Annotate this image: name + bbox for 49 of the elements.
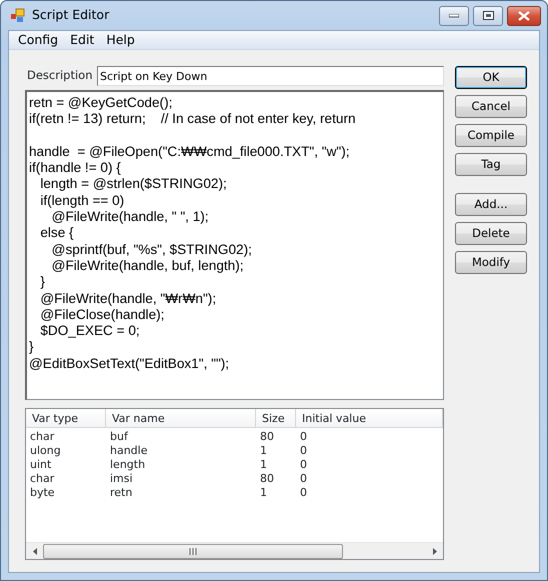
table-cell-text: retn <box>109 486 134 500</box>
dialog-button[interactable]: Tag <box>455 153 527 176</box>
table-cell-text: 80 <box>259 430 275 444</box>
table-cell-text: char <box>29 430 56 444</box>
table-cell-text: char <box>29 472 56 486</box>
app-icon <box>10 8 26 24</box>
menu-item[interactable]: Help <box>100 30 141 50</box>
table-cell-text: 0 <box>299 458 308 472</box>
table-cell-text: 0 <box>299 430 308 444</box>
menu-item[interactable]: Config <box>12 30 64 50</box>
minimize-icon <box>449 14 459 18</box>
table-cell-text: 80 <box>259 472 275 486</box>
table-cell-text: imsi <box>109 472 134 486</box>
table-cell-text: buf <box>109 430 130 444</box>
maximize-button[interactable] <box>473 6 503 26</box>
left-triangle-icon <box>32 548 36 554</box>
column-header[interactable]: Var type <box>26 409 106 427</box>
table-cell-text: 0 <box>299 444 308 458</box>
dialog-button[interactable]: Add... <box>455 193 527 216</box>
dialog-button[interactable]: Delete <box>455 222 527 245</box>
dialog-button[interactable]: Cancel <box>455 95 527 118</box>
column-header[interactable]: Size <box>256 409 296 427</box>
dialog-button[interactable]: Compile <box>455 124 527 147</box>
table-cell-text: uint <box>29 458 52 472</box>
table-cell-text: 0 <box>299 472 308 486</box>
script-editor[interactable]: retn = @KeyGetCode(); if(retn != 13) return; // In case of not enter key, return handle = @FileOpen("C:₩₩cmd_file000.TXT", "w"); if(handle != 0) { length = @strlen($STRING02); if(length == 0) @FileWrite(handle, " ", 1); else { @sprintf(buf, "%s", $STRING02); @FileWrite(handle, buf, length); } @FileWrite(handle, "₩r₩n"); @FileClose(handle); $DO_EXEC = 0; } @EditBoxSetText("EditBox1", ""); <box>25 90 444 400</box>
window-title: Script Editor <box>32 6 110 24</box>
right-triangle-icon <box>432 548 436 554</box>
table-cell-text: 1 <box>259 458 268 472</box>
grip-icon <box>189 548 197 554</box>
description-label: Description <box>26 67 94 84</box>
description-field[interactable]: Script on Key Down <box>97 66 444 86</box>
column-header[interactable]: Initial value <box>296 409 443 427</box>
close-button[interactable] <box>507 6 541 26</box>
table-cell-text: 0 <box>299 486 308 500</box>
table-cell-text: ulong <box>29 444 62 458</box>
column-header[interactable]: Var name <box>106 409 256 427</box>
table-cell-text: handle <box>109 444 148 458</box>
scrollbar-thumb[interactable] <box>43 544 343 558</box>
table-cell-text: 1 <box>259 444 268 458</box>
table-cell-text: 1 <box>259 486 268 500</box>
table-cell-text: length <box>109 458 146 472</box>
dialog-button[interactable]: Modify <box>455 251 527 274</box>
dialog-button[interactable]: OK <box>455 66 527 89</box>
menu-item[interactable]: Edit <box>64 30 100 50</box>
minimize-button[interactable] <box>439 6 469 26</box>
close-icon <box>518 10 530 20</box>
maximize-icon <box>482 11 494 20</box>
table-cell-text: byte <box>29 486 56 500</box>
